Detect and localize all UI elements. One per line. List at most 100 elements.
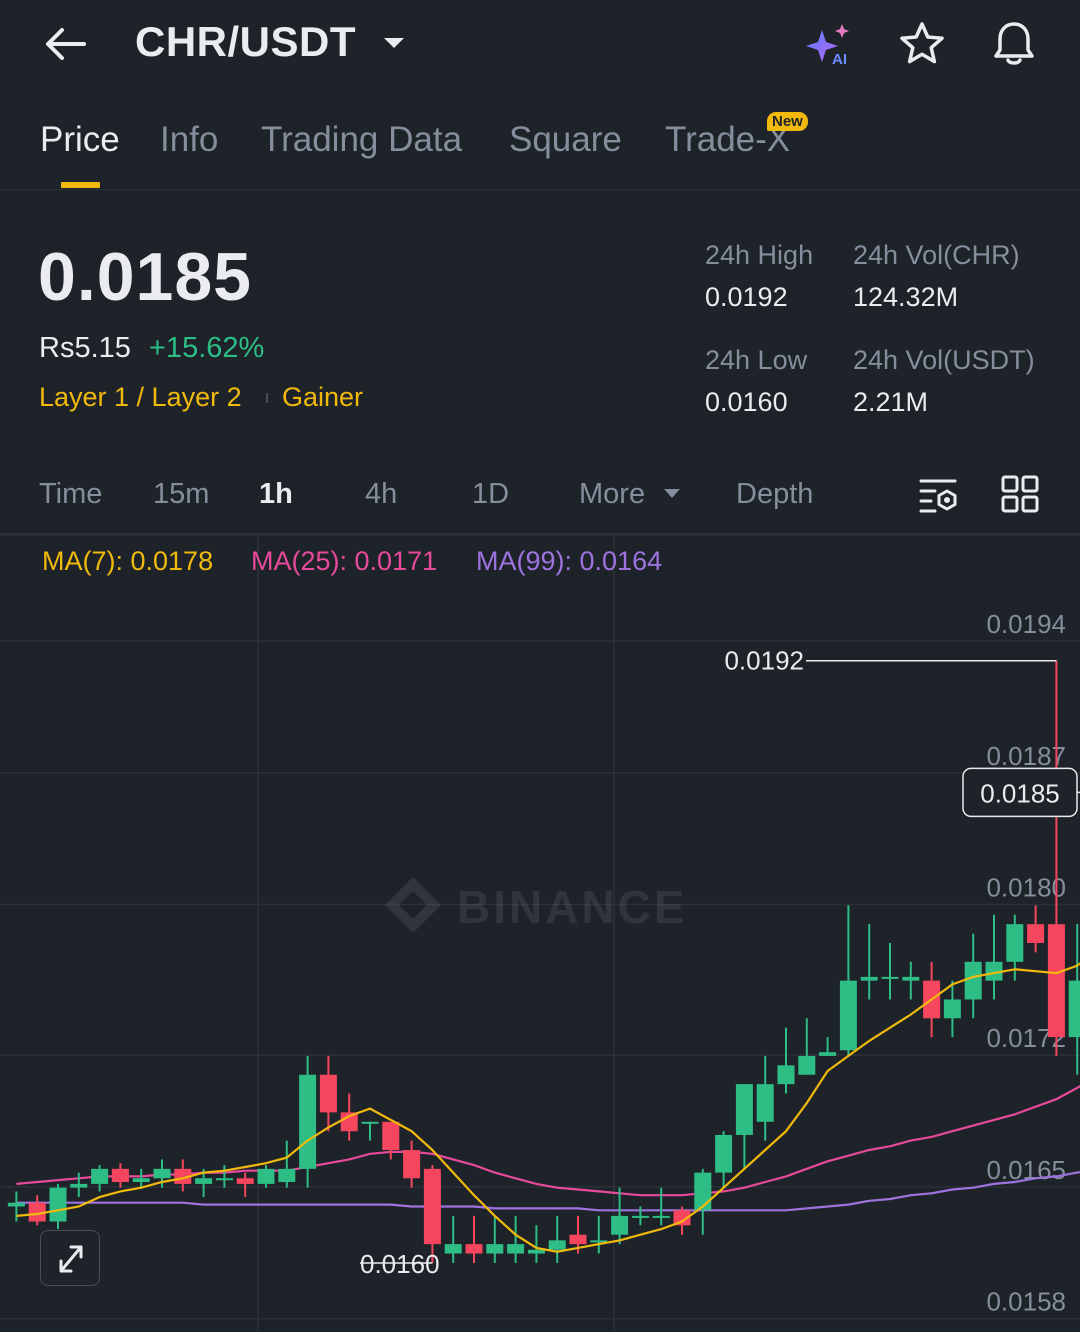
- interval-more[interactable]: More: [579, 478, 645, 511]
- interval-4h[interactable]: 4h: [365, 478, 397, 511]
- vol-quote-value: 2.21M: [853, 387, 929, 417]
- moving-average-legend: MA(7): 0.0178 MA(25): 0.0171 MA(99): 0.0…: [0, 538, 1080, 582]
- candle-body-up: [49, 1187, 67, 1222]
- back-arrow-icon[interactable]: [40, 22, 90, 66]
- depth-tab[interactable]: Depth: [736, 478, 813, 511]
- candle-body-up: [215, 1178, 233, 1181]
- high-label: 24h High: [705, 240, 814, 270]
- star-icon[interactable]: [898, 20, 946, 68]
- more-caret-down-icon[interactable]: [663, 488, 681, 499]
- candle-body-up: [132, 1178, 150, 1183]
- last-price: 0.0185: [38, 239, 252, 315]
- candle-body-up: [257, 1168, 275, 1184]
- candle-body-down: [569, 1234, 587, 1245]
- interval-15m[interactable]: 15m: [153, 478, 209, 511]
- tab-info[interactable]: Info: [160, 120, 218, 160]
- tab-price[interactable]: Price: [40, 120, 120, 160]
- vol-base-label: 24h Vol(CHR): [853, 240, 1020, 270]
- candle-body-up: [444, 1244, 462, 1254]
- app-header: CHR/USDT AI: [0, 0, 1080, 90]
- current-price-label: 0.0185: [980, 778, 1060, 808]
- candle-body-up: [153, 1168, 171, 1179]
- candle-body-up: [611, 1215, 629, 1235]
- vol-base-value: 124.32M: [853, 282, 959, 312]
- candle-body-up: [798, 1055, 816, 1075]
- tag-divider: [266, 393, 268, 403]
- vol-quote-label: 24h Vol(USDT): [853, 345, 1035, 375]
- candle-body-up: [652, 1215, 670, 1218]
- candle-body-up: [486, 1244, 504, 1254]
- candle-body-up: [777, 1065, 795, 1085]
- interval-bar: Time 15m 1h 4h 1D More Depth: [0, 460, 1080, 534]
- ma25-label: MA(25): 0.0171: [251, 546, 438, 576]
- low-label: 24h Low: [705, 345, 808, 375]
- candle-body-down: [236, 1178, 254, 1184]
- candle-body-up: [507, 1244, 525, 1254]
- candle-body-down: [465, 1244, 483, 1254]
- expand-icon: [59, 1245, 83, 1273]
- candle-body-down: [423, 1168, 441, 1245]
- y-axis-tick-label: 0.0180: [986, 873, 1066, 903]
- interval-1h[interactable]: 1h: [259, 478, 293, 511]
- tab-square[interactable]: Square: [509, 120, 622, 160]
- y-axis-tick-label: 0.0187: [986, 741, 1066, 771]
- candle-body-up: [881, 976, 899, 979]
- candle-body-up: [715, 1134, 733, 1173]
- pair-selector[interactable]: CHR/USDT: [135, 18, 356, 66]
- candle-body-up: [70, 1183, 88, 1188]
- candle-body-up: [631, 1215, 649, 1218]
- new-badge: New: [767, 112, 808, 131]
- high-value: 0.0192: [705, 282, 788, 312]
- candle-body-up: [527, 1249, 545, 1254]
- candle-body-up: [1006, 924, 1024, 962]
- candle-body-up: [902, 976, 920, 981]
- candle-body-down: [319, 1074, 337, 1113]
- ma7-label: MA(7): 0.0178: [42, 546, 214, 576]
- caret-down-icon[interactable]: [382, 36, 406, 50]
- grid-layout-icon[interactable]: [1000, 474, 1040, 514]
- price-change-percent: +15.62%: [149, 332, 265, 364]
- bell-icon[interactable]: [990, 18, 1038, 68]
- svg-text:AI: AI: [832, 51, 847, 66]
- local-currency-price: Rs5.15: [39, 332, 131, 364]
- candle-body-down: [111, 1168, 129, 1183]
- ai-sparkle-icon[interactable]: AI: [804, 22, 854, 66]
- y-axis-tick-label: 0.0158: [986, 1287, 1066, 1317]
- candle-body-up: [195, 1178, 213, 1184]
- candle-body-up: [91, 1168, 109, 1184]
- candle-body-up: [735, 1084, 753, 1135]
- candle-body-up: [943, 999, 961, 1019]
- min-price-label: 0.0160: [360, 1249, 440, 1279]
- category-tag-layer[interactable]: Layer 1 / Layer 2: [39, 382, 242, 413]
- candle-body-down: [382, 1121, 400, 1151]
- ma99-label: MA(99): 0.0164: [476, 546, 663, 576]
- candle-body-up: [299, 1074, 317, 1169]
- chart-settings-icon[interactable]: [918, 474, 960, 516]
- max-price-label: 0.0192: [724, 646, 804, 676]
- candle-body-up: [361, 1121, 379, 1124]
- candle-body-up: [756, 1084, 774, 1122]
- candle-body-down: [403, 1150, 421, 1179]
- candle-body-up: [694, 1172, 712, 1211]
- binance-watermark: BINANCE: [385, 877, 688, 933]
- tab-trading-data[interactable]: Trading Data: [261, 120, 462, 160]
- candle-body-up: [819, 1052, 837, 1056]
- candle-body-up: [548, 1240, 566, 1250]
- interval-1d[interactable]: 1D: [472, 478, 509, 511]
- candle-body-up: [964, 961, 982, 1000]
- candle-body-up: [7, 1202, 25, 1207]
- y-axis-tick-label: 0.0194: [986, 609, 1066, 639]
- interval-time[interactable]: Time: [39, 478, 102, 511]
- candle-body-down: [1027, 924, 1045, 943]
- ma7-line: [16, 962, 1080, 1253]
- candle-body-up: [860, 976, 878, 981]
- fullscreen-button[interactable]: [40, 1230, 100, 1286]
- category-tag-gainer[interactable]: Gainer: [282, 382, 363, 413]
- active-tab-indicator: [61, 182, 100, 188]
- candlestick-chart[interactable]: 0.01940.01870.01800.01720.01650.0158BINA…: [0, 534, 1080, 1332]
- candle-body-down: [1047, 924, 1065, 1038]
- watermark-text: BINANCE: [457, 881, 688, 933]
- candle-body-up: [839, 980, 857, 1051]
- low-value: 0.0160: [705, 387, 788, 417]
- main-tabs: Price Info Trading Data Square Trade-X: [0, 110, 1080, 190]
